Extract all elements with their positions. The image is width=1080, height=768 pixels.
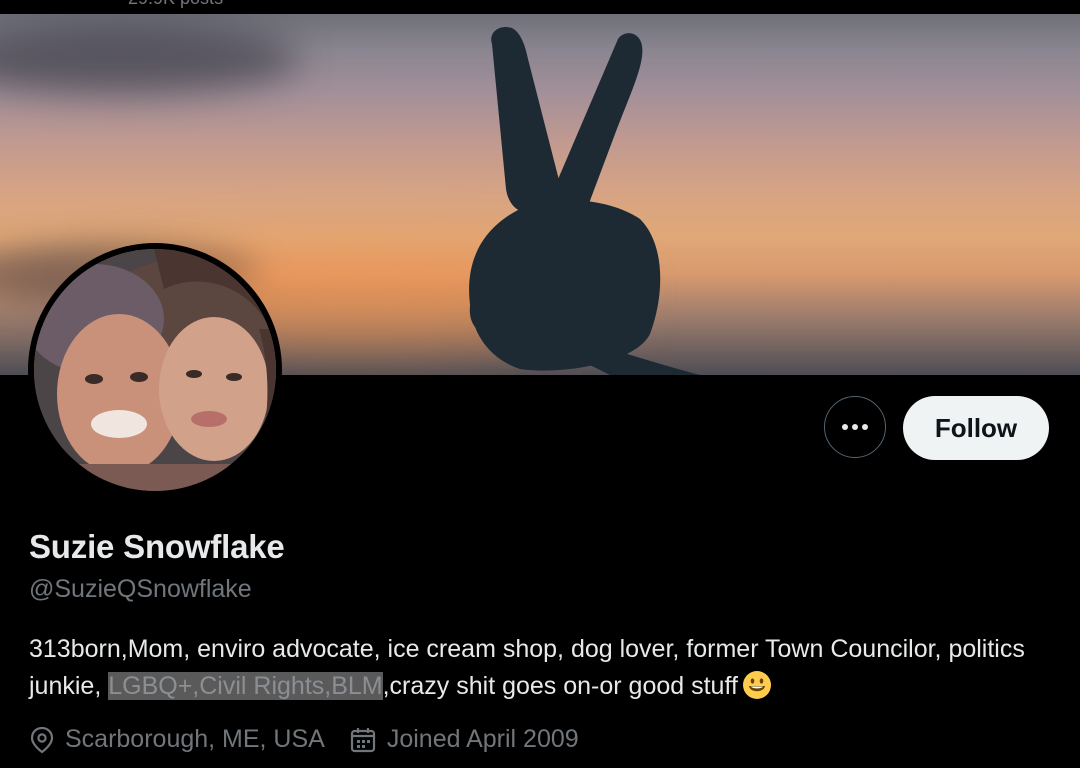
profile-header-bar: 29.9K posts [0, 0, 1080, 14]
more-dots-icon [842, 424, 868, 430]
joined-date-text: Joined April 2009 [386, 725, 579, 753]
display-name: Suzie Snowflake [29, 528, 285, 565]
location-info: Scarborough, ME, USA [29, 725, 325, 754]
location-text: Scarborough, ME, USA [65, 725, 325, 753]
avatar-photo [34, 249, 276, 491]
posts-count: 29.9K posts [128, 0, 223, 9]
follow-button[interactable]: Follow [903, 396, 1049, 460]
joined-info: Joined April 2009 [349, 725, 579, 754]
calendar-icon [350, 727, 375, 752]
profile-page: 29.9K posts [0, 0, 1080, 768]
more-options-button[interactable] [824, 396, 886, 458]
grinning-face-emoji-icon [742, 671, 771, 699]
location-pin-icon [30, 726, 54, 753]
bio-text-end: ,crazy shit goes on-or good stuff [382, 672, 738, 700]
avatar-image [34, 249, 276, 491]
profile-bio: 313born,Mom, enviro advocate, ice cream … [29, 631, 1059, 705]
profile-meta: Scarborough, ME, USA Joined April 2009 [29, 725, 603, 754]
user-handle: @SuzieQSnowflake [29, 575, 252, 603]
bio-highlighted-text: LGBQ+,Civil Rights,BLM [108, 672, 383, 700]
profile-avatar[interactable] [28, 243, 282, 497]
